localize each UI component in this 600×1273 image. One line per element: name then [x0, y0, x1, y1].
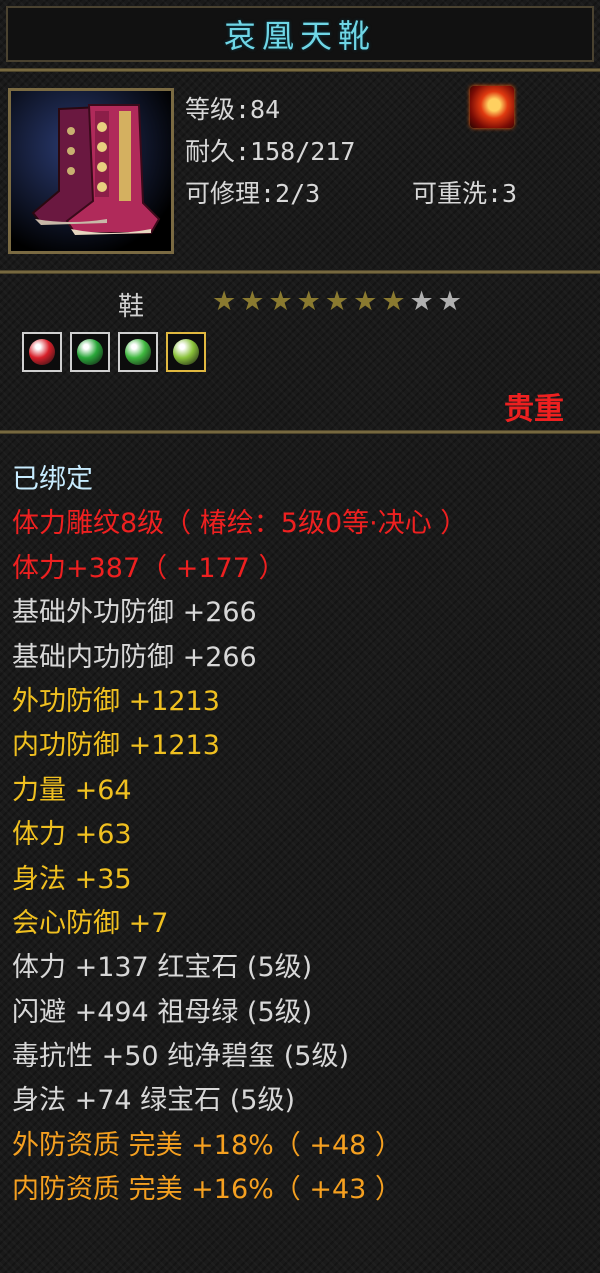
item-type: 鞋: [118, 292, 145, 322]
boots-icon: [11, 91, 171, 251]
gem-slot[interactable]: [22, 332, 62, 372]
attribute-line: 外功防御 +1213: [12, 685, 220, 717]
item-name: 哀凰天靴: [223, 17, 376, 55]
attribute-list: 已绑定体力雕纹8级（ 椿绘：5级0等·决心 ） 体力+387（ +177 ） 基础外…: [12, 458, 467, 1213]
gem-slot[interactable]: [70, 332, 110, 372]
divider: [0, 430, 600, 434]
phoenix-emblem-icon: [470, 86, 514, 128]
divider: [0, 270, 600, 274]
attribute-line: 内防资质 完美 +16%（ +43 ）: [12, 1174, 402, 1206]
star-filled-icon: ★: [268, 286, 293, 317]
attribute-line: 基础外功防御 +266: [12, 597, 257, 629]
emerald-gem-icon: [77, 339, 103, 365]
item-icon: [8, 88, 174, 254]
star-empty-icon: ★: [409, 286, 434, 317]
repair-text: 可修理:2/3: [185, 179, 321, 208]
attribute-line: 体力雕纹8级（ 椿绘：5级0等·决心 ）: [12, 508, 468, 540]
valuable-label: 贵重: [504, 392, 564, 427]
star-filled-icon: ★: [296, 286, 321, 317]
star-filled-icon: ★: [240, 286, 265, 317]
red-gem-icon: [29, 339, 55, 365]
green-gem-icon: [125, 339, 151, 365]
rewash-text: 可重洗:3: [412, 179, 518, 208]
gem-sockets: [22, 332, 206, 372]
attribute-line: 内功防御 +1213: [12, 730, 220, 762]
attribute-line: 力量 +64: [12, 774, 132, 806]
gem-slot[interactable]: [166, 332, 206, 372]
star-filled-icon: ★: [324, 286, 350, 317]
star-empty-icon: ★: [437, 286, 462, 317]
attribute-line: 基础内功防御 +266: [12, 641, 257, 673]
divider: [0, 68, 600, 72]
level-text: 等级:84: [185, 95, 281, 124]
attribute-line: 身法 +74 绿宝石 (5级): [12, 1085, 295, 1117]
attribute-line: 体力+387（ +177 ）: [12, 552, 286, 584]
attribute-line: 会心防御 +7: [12, 907, 169, 939]
item-tooltip: 哀凰天靴 等级:84 耐久:158/217 可修理:2/3 可重洗:3 鞋 ★ …: [0, 0, 600, 1273]
gem-slot[interactable]: [118, 332, 158, 372]
jade-gem-icon: [173, 339, 199, 365]
durability-text: 耐久:158/217: [185, 137, 356, 166]
attribute-line: 体力 +63: [12, 819, 132, 851]
attribute-line: 已绑定: [12, 464, 93, 495]
attribute-line: 闪避 +494 祖母绿 (5级): [12, 996, 313, 1028]
star-filled-icon: ★: [381, 286, 406, 317]
star-filled-icon: ★: [353, 286, 378, 317]
attribute-line: 毒抗性 +50 纯净碧玺 (5级): [12, 1041, 349, 1073]
title-bar: 哀凰天靴: [6, 6, 594, 62]
attribute-line: 体力 +137 红宝石 (5级): [12, 952, 313, 984]
attribute-line: 身法 +35: [12, 863, 132, 895]
star-filled-icon: ★: [212, 286, 237, 317]
attribute-line: 外防资质 完美 +18%（ +48 ）: [12, 1129, 402, 1161]
star-rating: ★ ★ ★ ★ ★ ★ ★ ★ ★: [212, 288, 462, 315]
